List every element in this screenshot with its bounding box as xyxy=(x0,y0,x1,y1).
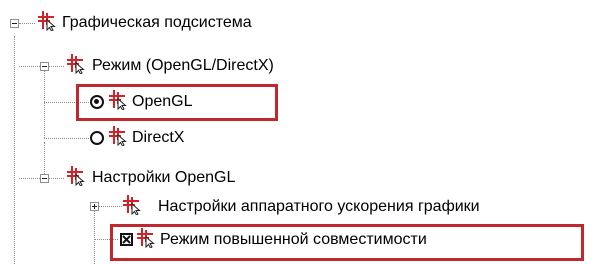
settings-node-icon xyxy=(109,126,127,146)
tree-line xyxy=(44,70,45,138)
highlight-box xyxy=(76,84,278,121)
tree-item-label: DirectX xyxy=(132,129,185,146)
tree-item-opengl-settings[interactable]: Настройки OpenGL xyxy=(92,163,235,193)
settings-node-icon xyxy=(67,166,85,186)
tree-item-directx[interactable]: DirectX xyxy=(132,123,184,153)
tree-line xyxy=(44,138,89,139)
settings-node-icon xyxy=(67,54,85,74)
tree-item-graphics-subsystem[interactable]: Графическая подсистема xyxy=(62,8,252,38)
directx-radio[interactable] xyxy=(90,131,104,145)
collapse-toggle[interactable] xyxy=(40,62,49,71)
tree-item-render-mode[interactable]: Режим (OpenGL/DirectX) xyxy=(92,51,274,81)
highlight-box xyxy=(110,224,584,261)
tree-item-label: Режим (OpenGL/DirectX) xyxy=(92,57,274,74)
tree-line xyxy=(19,23,35,24)
collapse-toggle[interactable] xyxy=(40,174,49,183)
tree-item-label: Графическая подсистема xyxy=(62,14,252,31)
settings-tree: Графическая подсистема Режим (OpenGL/Dir… xyxy=(0,0,608,264)
tree-item-label: Настройки аппаратного ускорения графики xyxy=(158,198,480,215)
tree-item-label: Настройки OpenGL xyxy=(92,169,236,186)
tree-line xyxy=(14,36,15,264)
tree-line xyxy=(94,210,95,264)
tree-item-hardware-acceleration[interactable]: Настройки аппаратного ускорения графики xyxy=(158,192,480,222)
collapse-toggle[interactable] xyxy=(10,19,19,28)
settings-node-icon xyxy=(123,195,141,215)
settings-node-icon xyxy=(38,11,56,31)
expand-toggle[interactable] xyxy=(90,202,99,211)
